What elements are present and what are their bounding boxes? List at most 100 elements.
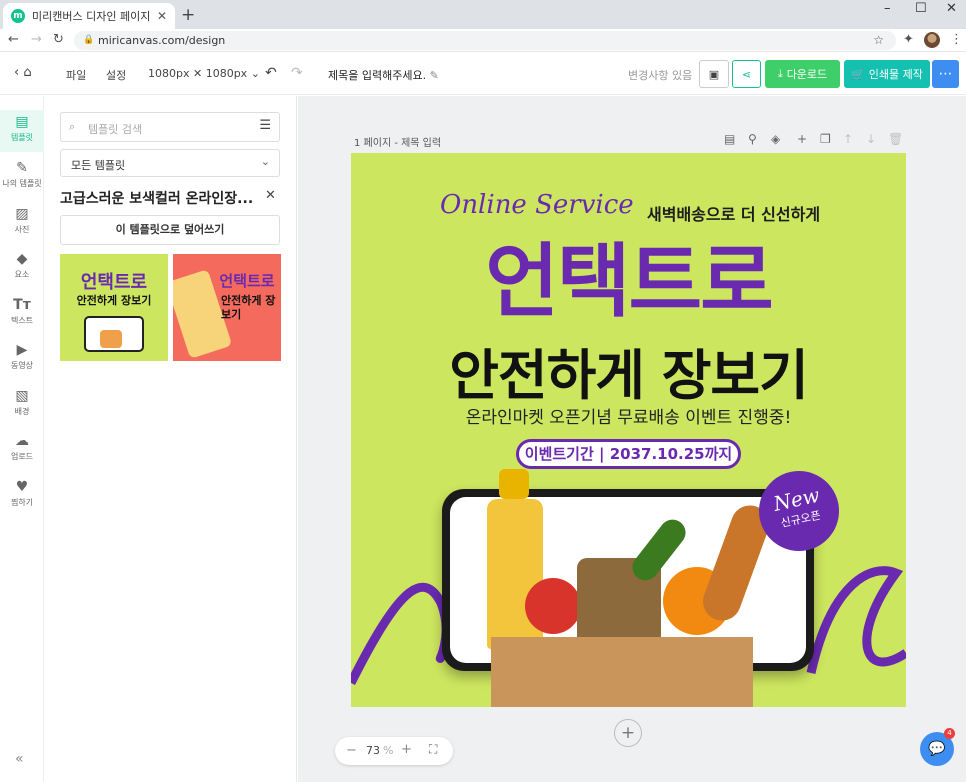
- zoom-unit: %: [383, 744, 394, 757]
- search-icon[interactable]: ⚲: [748, 132, 757, 146]
- template-thumb-2[interactable]: 언택트로 안전하게 장보기: [173, 254, 281, 361]
- rail-label: 요소: [14, 270, 30, 279]
- rail-item-elements[interactable]: ◆ 요소: [0, 247, 44, 289]
- print-button[interactable]: 🛒 인쇄물 제작: [844, 60, 930, 88]
- lock-icon: 🔒: [83, 35, 95, 45]
- zoom-in-icon[interactable]: +: [401, 742, 412, 757]
- title-input[interactable]: 제목을 입력해주세요. ✎: [328, 67, 439, 83]
- template-icon: ▤: [15, 114, 29, 130]
- rail-label: 나의 템플릿: [2, 179, 42, 188]
- new-tab-icon[interactable]: +: [181, 5, 195, 25]
- rail-label: 업로드: [10, 452, 34, 461]
- rail-item-template[interactable]: ▤ 템플릿: [0, 110, 44, 152]
- browser-tab-strip: m 미리캔버스 디자인 페이지 ✕ + – ☐ ✕: [0, 0, 966, 29]
- left-rail: ▤ 템플릿 ✎ 나의 템플릿 ▨ 사진 ◆ 요소 Tт 텍스트 ▶ 동영상 ▧ 배경 ☁ 업로드…: [0, 96, 44, 782]
- extensions-icon[interactable]: ✦: [903, 32, 914, 47]
- my-template-icon: ✎: [16, 160, 28, 176]
- close-tab-icon[interactable]: ✕: [157, 9, 167, 23]
- chevron-down-icon: ⌄: [250, 67, 260, 80]
- design-canvas[interactable]: Online Service 새벽배송으로 더 신선하게 언택트로 안전하게 장…: [351, 153, 906, 707]
- apple: [525, 578, 581, 634]
- search-placeholder: 템플릿 검색: [88, 123, 143, 136]
- canvas-size-select[interactable]: 1080px ✕ 1080px ⌄: [148, 67, 260, 80]
- filter-icon[interactable]: ☰: [259, 118, 271, 133]
- favicon: m: [11, 9, 25, 23]
- back-home-icon[interactable]: ‹ ⌂: [14, 65, 32, 80]
- rail-label: 배경: [14, 407, 30, 416]
- download-button[interactable]: ⤓ 다운로드: [765, 60, 840, 88]
- paper-bag: [491, 637, 753, 707]
- profile-avatar[interactable]: [924, 32, 940, 48]
- collapse-panel-icon[interactable]: «: [15, 751, 24, 767]
- add-page-icon[interactable]: +: [797, 132, 807, 146]
- save-icon: ▣: [708, 67, 720, 81]
- upload-icon: ☁: [15, 433, 29, 449]
- menu-file[interactable]: 파일: [66, 67, 86, 83]
- promo-line: 온라인마켓 오픈기념 무료배송 이벤트 진행중!: [465, 408, 792, 428]
- zoom-out-icon[interactable]: −: [346, 743, 357, 758]
- download-label: 다운로드: [786, 68, 828, 81]
- editor-header: ‹ ⌂ 파일 설정 1080px ✕ 1080px ⌄ ↶ ↷ 제목을 입력해주…: [0, 53, 966, 95]
- thumb-subline: 안전하게 장보기: [221, 294, 276, 321]
- headline-second: 안전하게 장보기: [449, 344, 809, 407]
- template-search-input[interactable]: ⌕ 템플릿 검색 ☰: [60, 112, 280, 142]
- share-button[interactable]: ⋖: [732, 60, 761, 88]
- rail-label: 템플릿: [10, 133, 34, 142]
- paint-icon[interactable]: ◈: [771, 132, 780, 146]
- rail-item-upload[interactable]: ☁ 업로드: [0, 429, 44, 471]
- forward-icon[interactable]: →: [31, 32, 42, 47]
- memo-icon[interactable]: ▤: [724, 132, 735, 146]
- close-icon[interactable]: ✕: [265, 188, 276, 203]
- maximize-icon[interactable]: ☐: [915, 1, 927, 16]
- rail-item-video[interactable]: ▶ 동영상: [0, 338, 44, 380]
- reload-icon[interactable]: ↻: [53, 32, 64, 47]
- menu-settings[interactable]: 설정: [106, 67, 126, 83]
- url-field[interactable]: 🔒 miricanvas.com/design ☆: [74, 31, 896, 50]
- rail-label: 찜하기: [10, 498, 34, 507]
- move-down-icon[interactable]: ↓: [866, 132, 876, 146]
- search-icon: ⌕: [69, 120, 76, 133]
- cart-icon: 🛒: [851, 67, 865, 81]
- more-dots-icon: ⋯: [938, 66, 953, 82]
- template-filter-select[interactable]: 모든 템플릿 ⌄: [60, 149, 280, 177]
- delete-icon[interactable]: 🗑: [888, 132, 903, 146]
- template-thumb-1[interactable]: 언택트로 안전하게 장보기: [60, 254, 168, 361]
- url-text: miricanvas.com/design: [98, 34, 226, 47]
- rail-label: 동영상: [10, 361, 34, 370]
- canvas-size-label: 1080px ✕ 1080px: [148, 67, 248, 80]
- rail-item-my-template[interactable]: ✎ 나의 템플릿: [0, 156, 44, 198]
- rail-item-text[interactable]: Tт 텍스트: [0, 293, 44, 335]
- minimize-icon[interactable]: –: [884, 1, 891, 16]
- photo-icon: ▨: [15, 206, 29, 222]
- bookmark-star-icon[interactable]: ☆: [873, 31, 884, 50]
- redo-icon[interactable]: ↷: [291, 65, 303, 81]
- text-icon: Tт: [13, 297, 31, 313]
- chat-count-badge: 4: [944, 728, 955, 739]
- rail-item-photo[interactable]: ▨ 사진: [0, 202, 44, 244]
- filter-label: 모든 템플릿: [71, 159, 126, 172]
- menu-kebab-icon[interactable]: ⋮: [950, 32, 963, 47]
- rail-label: 사진: [14, 225, 30, 234]
- fit-screen-icon[interactable]: ⛶: [429, 742, 437, 757]
- heart-icon: ♥: [15, 479, 29, 495]
- close-window-icon[interactable]: ✕: [946, 1, 957, 16]
- video-icon: ▶: [16, 342, 28, 358]
- template-panel: ⌕ 템플릿 검색 ☰ 모든 템플릿 ⌄ 고급스러운 보색컬러 온라인장... ✕…: [45, 96, 297, 782]
- save-button[interactable]: ▣: [699, 60, 729, 88]
- headline-main: 언택트로: [485, 235, 773, 328]
- bottle-cap: [499, 469, 529, 499]
- browser-tab[interactable]: m 미리캔버스 디자인 페이지 ✕: [3, 3, 175, 29]
- zoom-value[interactable]: 73: [366, 744, 380, 757]
- apply-template-button[interactable]: 이 템플릿으로 덮어쓰기: [60, 215, 280, 245]
- add-page-button[interactable]: +: [614, 719, 642, 747]
- back-icon[interactable]: ←: [8, 32, 19, 47]
- undo-icon[interactable]: ↶: [265, 65, 277, 81]
- more-button[interactable]: ⋯: [932, 60, 959, 88]
- rail-item-background[interactable]: ▧ 배경: [0, 384, 44, 426]
- page-label: 1 페이지 - 제목 입력: [354, 138, 442, 149]
- duplicate-icon[interactable]: ❐: [820, 132, 831, 146]
- thumb-bag: [100, 330, 122, 348]
- rail-item-favorite[interactable]: ♥ 찜하기: [0, 475, 44, 517]
- move-up-icon[interactable]: ↑: [843, 132, 853, 146]
- zoom-control: − 73 % + ⛶: [335, 737, 453, 765]
